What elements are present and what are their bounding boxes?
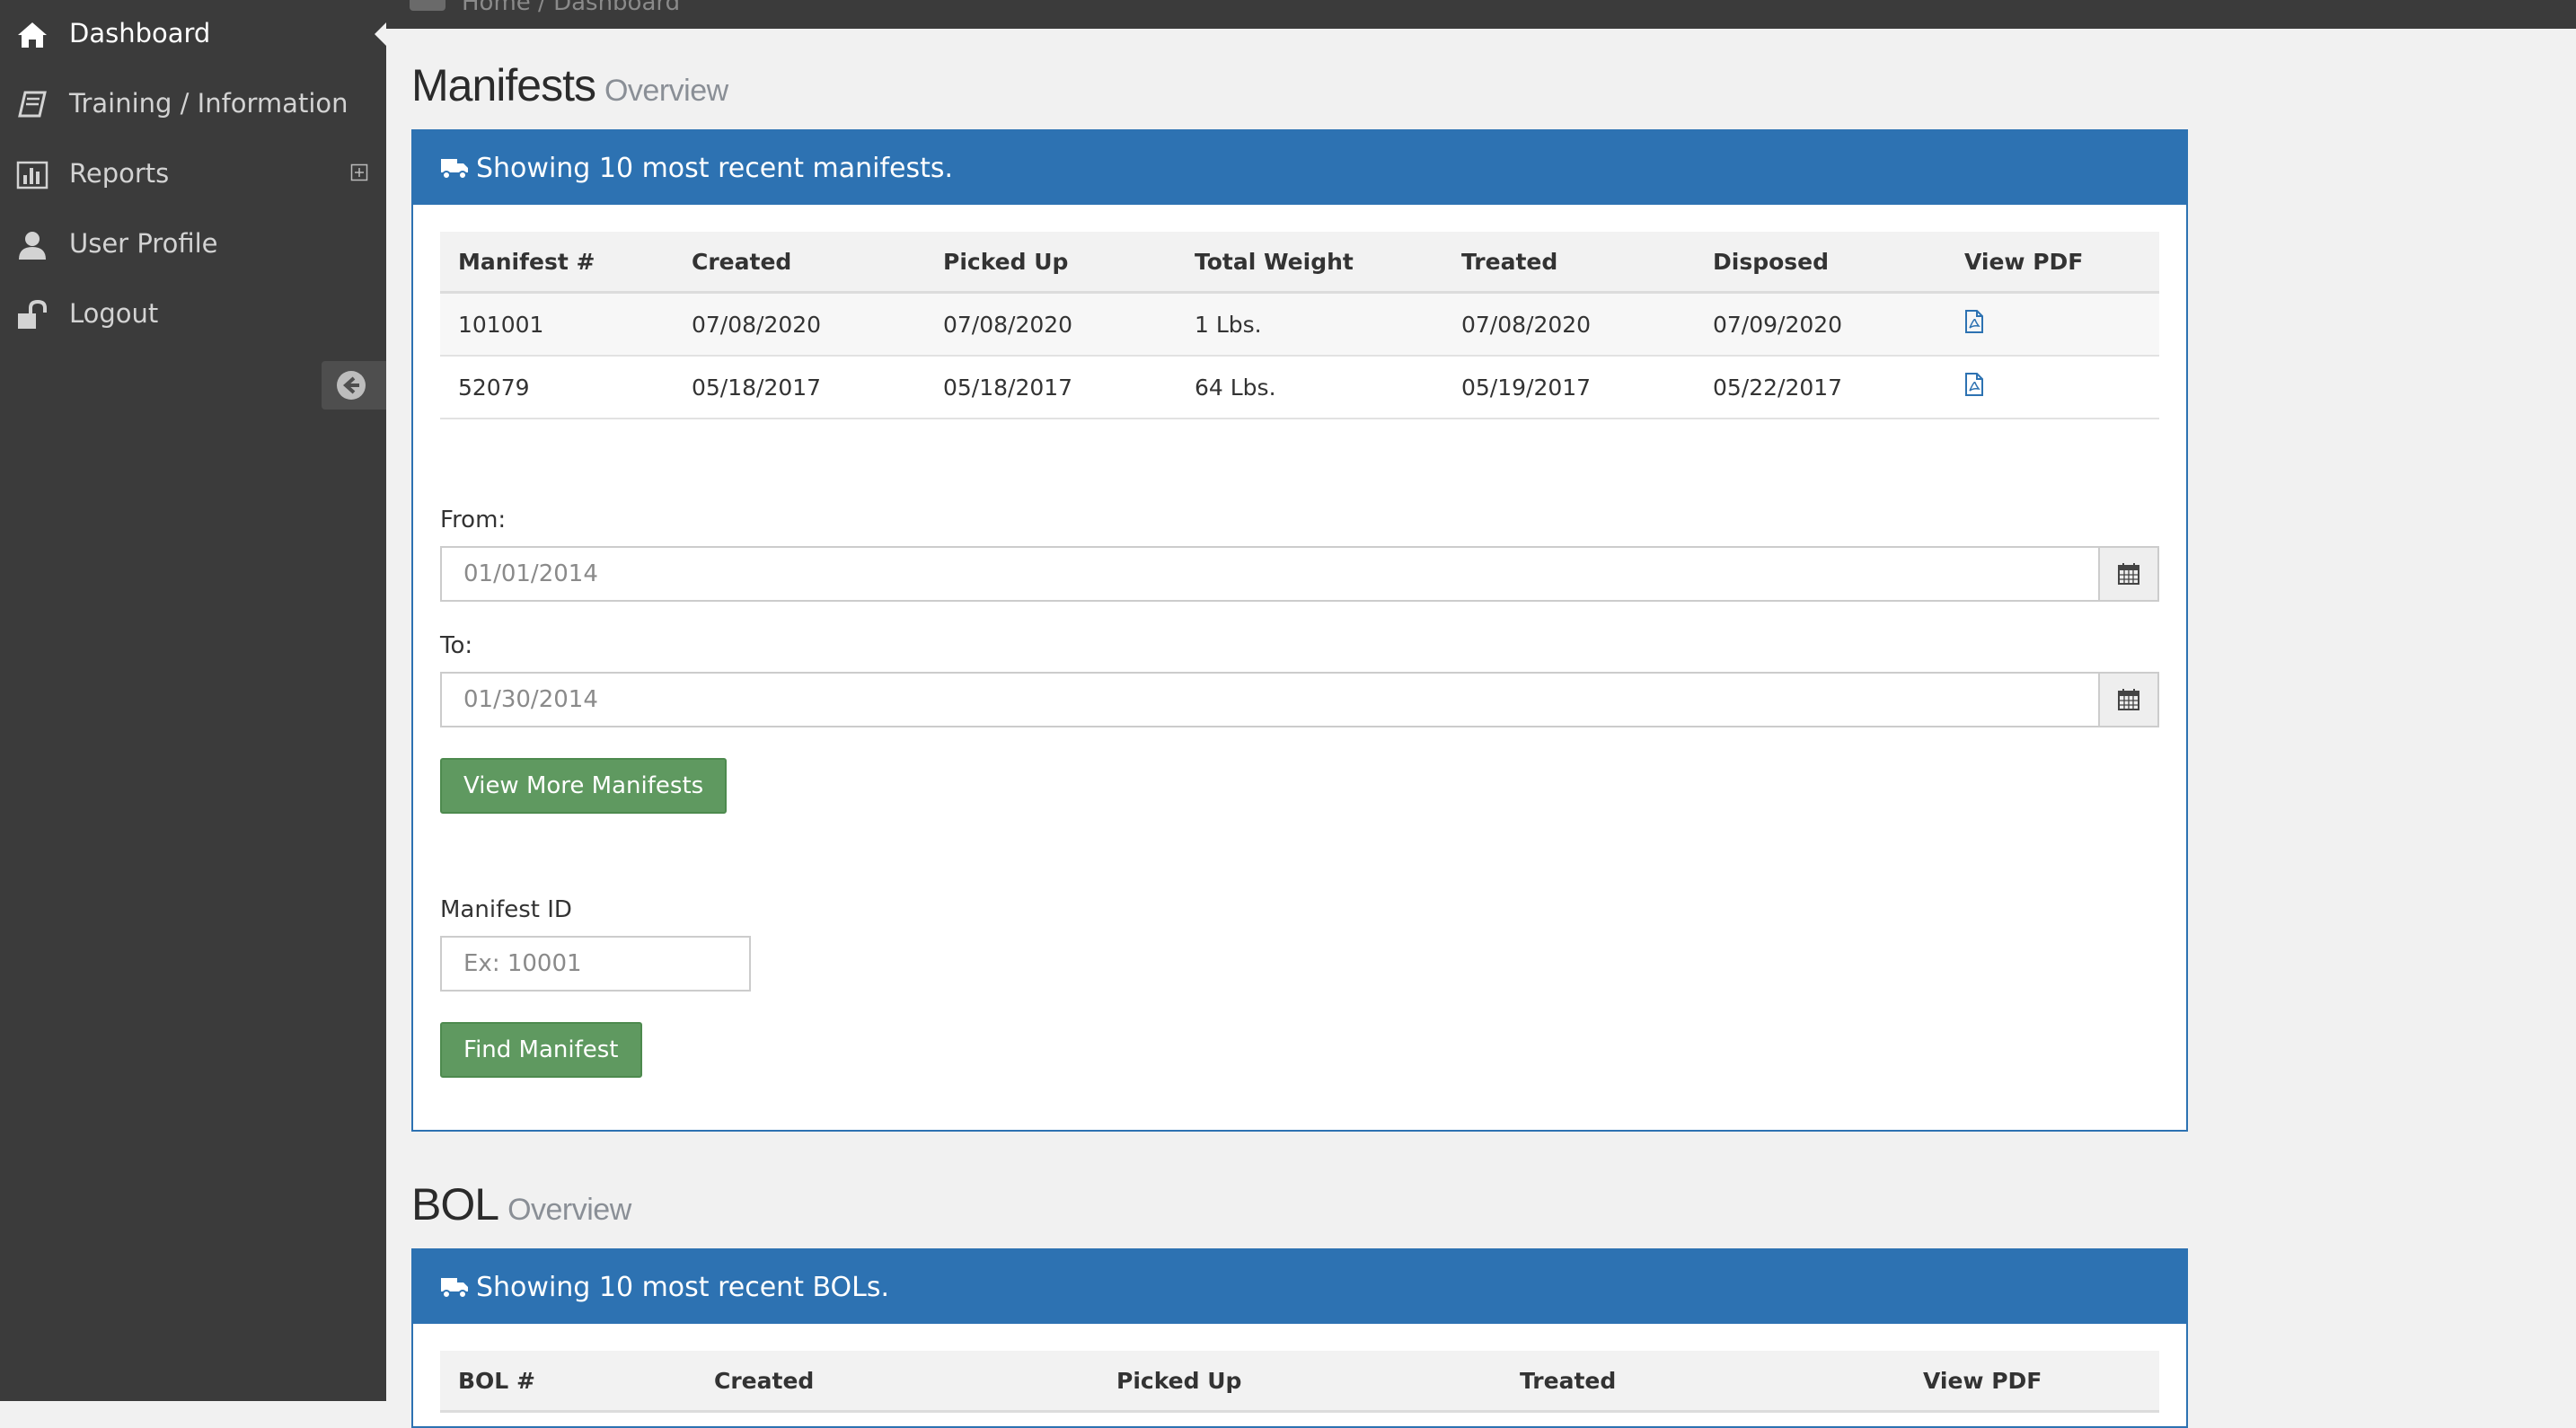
- sidebar-item-dashboard[interactable]: Dashboard: [0, 0, 387, 70]
- column-header[interactable]: View PDF: [1905, 1351, 2159, 1413]
- treated-date: 07/08/2020: [1443, 292, 1695, 357]
- pdf-file-icon[interactable]: [1964, 373, 1984, 396]
- home-icon: [18, 22, 47, 48]
- top-bar: Home / Dashboard: [386, 0, 2576, 29]
- unlock-icon: [18, 300, 47, 329]
- to-calendar-button[interactable]: [2098, 672, 2159, 727]
- to-date-group: [440, 672, 2159, 727]
- page-subtitle: Overview: [507, 1193, 631, 1227]
- sidebar-item-label: Logout: [69, 298, 159, 329]
- from-date-input[interactable]: [440, 546, 2098, 602]
- bol-panel: Showing 10 most recent BOLs. BOL # Creat…: [411, 1248, 2188, 1428]
- bar-chart-icon: [16, 161, 49, 190]
- from-label: From:: [440, 507, 507, 533]
- column-header[interactable]: Picked Up: [925, 232, 1177, 294]
- page-title: BOL: [411, 1179, 499, 1230]
- column-header[interactable]: Treated: [1443, 232, 1695, 294]
- total-weight: 64 Lbs.: [1177, 356, 1443, 419]
- table-row: 52079 05/18/2017 05/18/2017 64 Lbs. 05/1…: [440, 356, 2159, 419]
- column-header[interactable]: Manifest #: [440, 232, 674, 294]
- sidebar-item-label: User Profile: [69, 228, 218, 259]
- to-label: To:: [440, 632, 473, 659]
- sidebar-item-logout[interactable]: Logout: [0, 280, 386, 350]
- manifests-table: Manifest # Created Picked Up Total Weigh…: [440, 232, 2159, 419]
- to-date-input[interactable]: [440, 672, 2098, 727]
- home-icon: [410, 0, 446, 11]
- bol-table: BOL # Created Picked Up Treated View PDF: [440, 1351, 2159, 1413]
- sidebar-item-user-profile[interactable]: User Profile: [0, 210, 386, 280]
- collapse-sidebar-button[interactable]: [322, 361, 386, 410]
- find-manifest-button[interactable]: Find Manifest: [440, 1022, 642, 1078]
- column-header[interactable]: Total Weight: [1177, 232, 1443, 294]
- manifest-number: 101001: [440, 292, 674, 357]
- sidebar-item-label: Reports: [69, 158, 170, 189]
- created-date: 07/08/2020: [674, 292, 925, 357]
- column-header[interactable]: Created: [674, 232, 925, 294]
- panel-heading-text: Showing 10 most recent manifests.: [476, 152, 954, 184]
- table-header-row: Manifest # Created Picked Up Total Weigh…: [440, 232, 2159, 294]
- manifests-panel: Showing 10 most recent manifests. Manife…: [411, 129, 2188, 1132]
- sidebar-item-label: Dashboard: [69, 18, 211, 48]
- book-icon: [18, 91, 47, 118]
- page-title: Manifests: [411, 60, 596, 110]
- view-pdf-cell: [1946, 292, 2159, 357]
- calendar-icon: [2118, 689, 2139, 710]
- column-header[interactable]: View PDF: [1946, 232, 2159, 294]
- truck-icon: [441, 159, 468, 180]
- pdf-file-icon[interactable]: [1964, 310, 1984, 333]
- user-icon: [19, 232, 46, 260]
- column-header[interactable]: BOL #: [440, 1351, 696, 1413]
- column-header[interactable]: Picked Up: [1098, 1351, 1502, 1413]
- sidebar-item-label: Training / Information: [69, 88, 348, 119]
- sidebar: Dashboard Training / Information Reports: [0, 0, 387, 1401]
- created-date: 05/18/2017: [674, 356, 925, 419]
- sidebar-item-reports[interactable]: Reports: [0, 140, 386, 210]
- panel-heading-text: Showing 10 most recent BOLs.: [476, 1271, 890, 1303]
- from-date-group: [440, 546, 2159, 602]
- treated-date: 05/19/2017: [1443, 356, 1695, 419]
- panel-heading: Showing 10 most recent BOLs.: [413, 1250, 2186, 1324]
- from-calendar-button[interactable]: [2098, 546, 2159, 602]
- picked-up-date: 05/18/2017: [925, 356, 1177, 419]
- disposed-date: 07/09/2020: [1695, 292, 1946, 357]
- truck-icon: [441, 1278, 468, 1299]
- manifest-id-label: Manifest ID: [440, 896, 572, 923]
- disposed-date: 05/22/2017: [1695, 356, 1946, 419]
- column-header[interactable]: Created: [696, 1351, 1098, 1413]
- table-header-row: BOL # Created Picked Up Treated View PDF: [440, 1351, 2159, 1413]
- page-subtitle: Overview: [604, 74, 728, 108]
- bol-heading: BOL Overview: [411, 1178, 631, 1230]
- expand-plus-icon[interactable]: [350, 163, 368, 181]
- column-header[interactable]: Treated: [1502, 1351, 1905, 1413]
- active-indicator: [375, 22, 387, 47]
- column-header[interactable]: Disposed: [1695, 232, 1946, 294]
- total-weight: 1 Lbs.: [1177, 292, 1443, 357]
- view-pdf-cell: [1946, 356, 2159, 419]
- manifest-id-input[interactable]: [440, 936, 751, 992]
- calendar-icon: [2118, 563, 2139, 585]
- manifest-number: 52079: [440, 356, 674, 419]
- panel-heading: Showing 10 most recent manifests.: [413, 131, 2186, 205]
- sidebar-item-training[interactable]: Training / Information: [0, 70, 386, 140]
- arrow-circle-left-icon: [337, 371, 366, 400]
- table-row: 101001 07/08/2020 07/08/2020 1 Lbs. 07/0…: [440, 292, 2159, 357]
- manifests-heading: Manifests Overview: [411, 59, 728, 111]
- picked-up-date: 07/08/2020: [925, 292, 1177, 357]
- view-more-manifests-button[interactable]: View More Manifests: [440, 758, 728, 814]
- breadcrumb: Home / Dashboard: [462, 0, 681, 16]
